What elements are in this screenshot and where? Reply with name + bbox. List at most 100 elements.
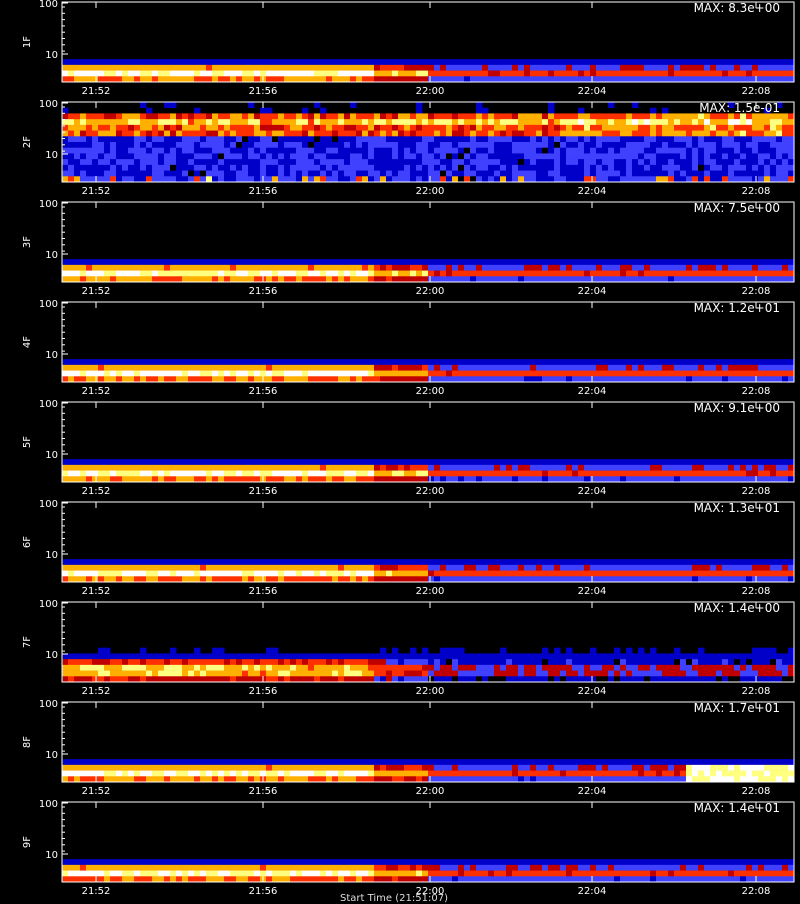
heatmap-cell (182, 259, 188, 265)
heatmap-cell (266, 465, 272, 471)
heatmap-cell (782, 171, 788, 177)
heatmap-cell (386, 159, 392, 165)
heatmap-cell (254, 676, 260, 682)
heatmap-cell (332, 571, 338, 577)
heatmap-cell (680, 471, 686, 477)
heatmap-cell (434, 119, 440, 125)
heatmap-cell (362, 665, 368, 671)
heatmap-cell (698, 271, 704, 277)
heatmap-cell (770, 476, 776, 482)
heatmap-cell (338, 176, 344, 182)
heatmap-cell (80, 471, 86, 477)
heatmap-cell (410, 659, 416, 665)
heatmap-cell (302, 113, 308, 119)
heatmap-cell (314, 119, 320, 125)
heatmap-cell (554, 653, 560, 659)
heatmap-cell (98, 459, 104, 465)
heatmap-cell (398, 565, 404, 571)
heatmap-cell (212, 765, 218, 771)
heatmap-cell (524, 576, 530, 582)
heatmap-cell (566, 653, 572, 659)
heatmap-cell (530, 559, 536, 565)
heatmap-cell (560, 465, 566, 471)
heatmap-cell (326, 125, 332, 131)
heatmap-cell (638, 142, 644, 148)
heatmap-cell (158, 459, 164, 465)
heatmap-cell (464, 653, 470, 659)
heatmap-cell (104, 165, 110, 171)
heatmap-cell (482, 676, 488, 682)
heatmap-cell (362, 671, 368, 677)
heatmap-cell (488, 125, 494, 131)
heatmap-cell (626, 376, 632, 382)
heatmap-cell (410, 459, 416, 465)
heatmap-cell (248, 165, 254, 171)
heatmap-cell (296, 676, 302, 682)
heatmap-cell (86, 271, 92, 277)
heatmap-cell (170, 565, 176, 571)
heatmap-cell (620, 259, 626, 265)
heatmap-cell (86, 119, 92, 125)
heatmap-cell (542, 171, 548, 177)
heatmap-cell (206, 136, 212, 142)
heatmap-cell (740, 376, 746, 382)
heatmap-cell (344, 76, 350, 82)
heatmap-cell (152, 376, 158, 382)
heatmap-cell (542, 359, 548, 365)
heatmap-cell (122, 71, 128, 77)
heatmap-cell (428, 131, 434, 137)
heatmap-cell (272, 113, 278, 119)
heatmap-cell (92, 113, 98, 119)
heatmap-cell (410, 65, 416, 71)
heatmap-cell (110, 359, 116, 365)
heatmap-cell (254, 371, 260, 377)
heatmap-cell (758, 676, 764, 682)
heatmap-cell (98, 659, 104, 665)
heatmap-cell (434, 459, 440, 465)
heatmap-cell (284, 571, 290, 577)
heatmap-cell (788, 176, 794, 182)
heatmap-cell (686, 276, 692, 282)
heatmap-cell (782, 76, 788, 82)
heatmap-cell (584, 371, 590, 377)
heatmap-cell (182, 119, 188, 125)
heatmap-cell (104, 665, 110, 671)
heatmap-cell (776, 176, 782, 182)
heatmap-cell (656, 653, 662, 659)
heatmap-cell (536, 565, 542, 571)
heatmap-cell (152, 459, 158, 465)
heatmap-cell (194, 259, 200, 265)
heatmap-cell (758, 559, 764, 565)
heatmap-cell (290, 576, 296, 582)
heatmap-cell (374, 148, 380, 154)
heatmap-cell (230, 119, 236, 125)
heatmap-cell (296, 653, 302, 659)
heatmap-cell (764, 65, 770, 71)
heatmap-cell (158, 171, 164, 177)
heatmap-cell (278, 676, 284, 682)
heatmap-cell (248, 271, 254, 277)
heatmap-cell (644, 565, 650, 571)
heatmap-cell (422, 665, 428, 671)
heatmap-cell (302, 165, 308, 171)
heatmap-cell (218, 148, 224, 154)
heatmap-cell (218, 653, 224, 659)
heatmap-cell (602, 565, 608, 571)
heatmap-cell (302, 576, 308, 582)
heatmap-cell (584, 565, 590, 571)
heatmap-cell (668, 465, 674, 471)
heatmap-cell (494, 65, 500, 71)
heatmap-cell (296, 125, 302, 131)
heatmap-cell (248, 776, 254, 782)
heatmap-cell (590, 476, 596, 482)
heatmap-cell (740, 125, 746, 131)
heatmap-cell (728, 76, 734, 82)
heatmap-cell (422, 653, 428, 659)
heatmap-cell (458, 276, 464, 282)
heatmap-cell (650, 136, 656, 142)
heatmap-cell (212, 136, 218, 142)
heatmap-cell (140, 571, 146, 577)
heatmap-cell (596, 113, 602, 119)
heatmap-cell (722, 71, 728, 77)
heatmap-cell (128, 576, 134, 582)
